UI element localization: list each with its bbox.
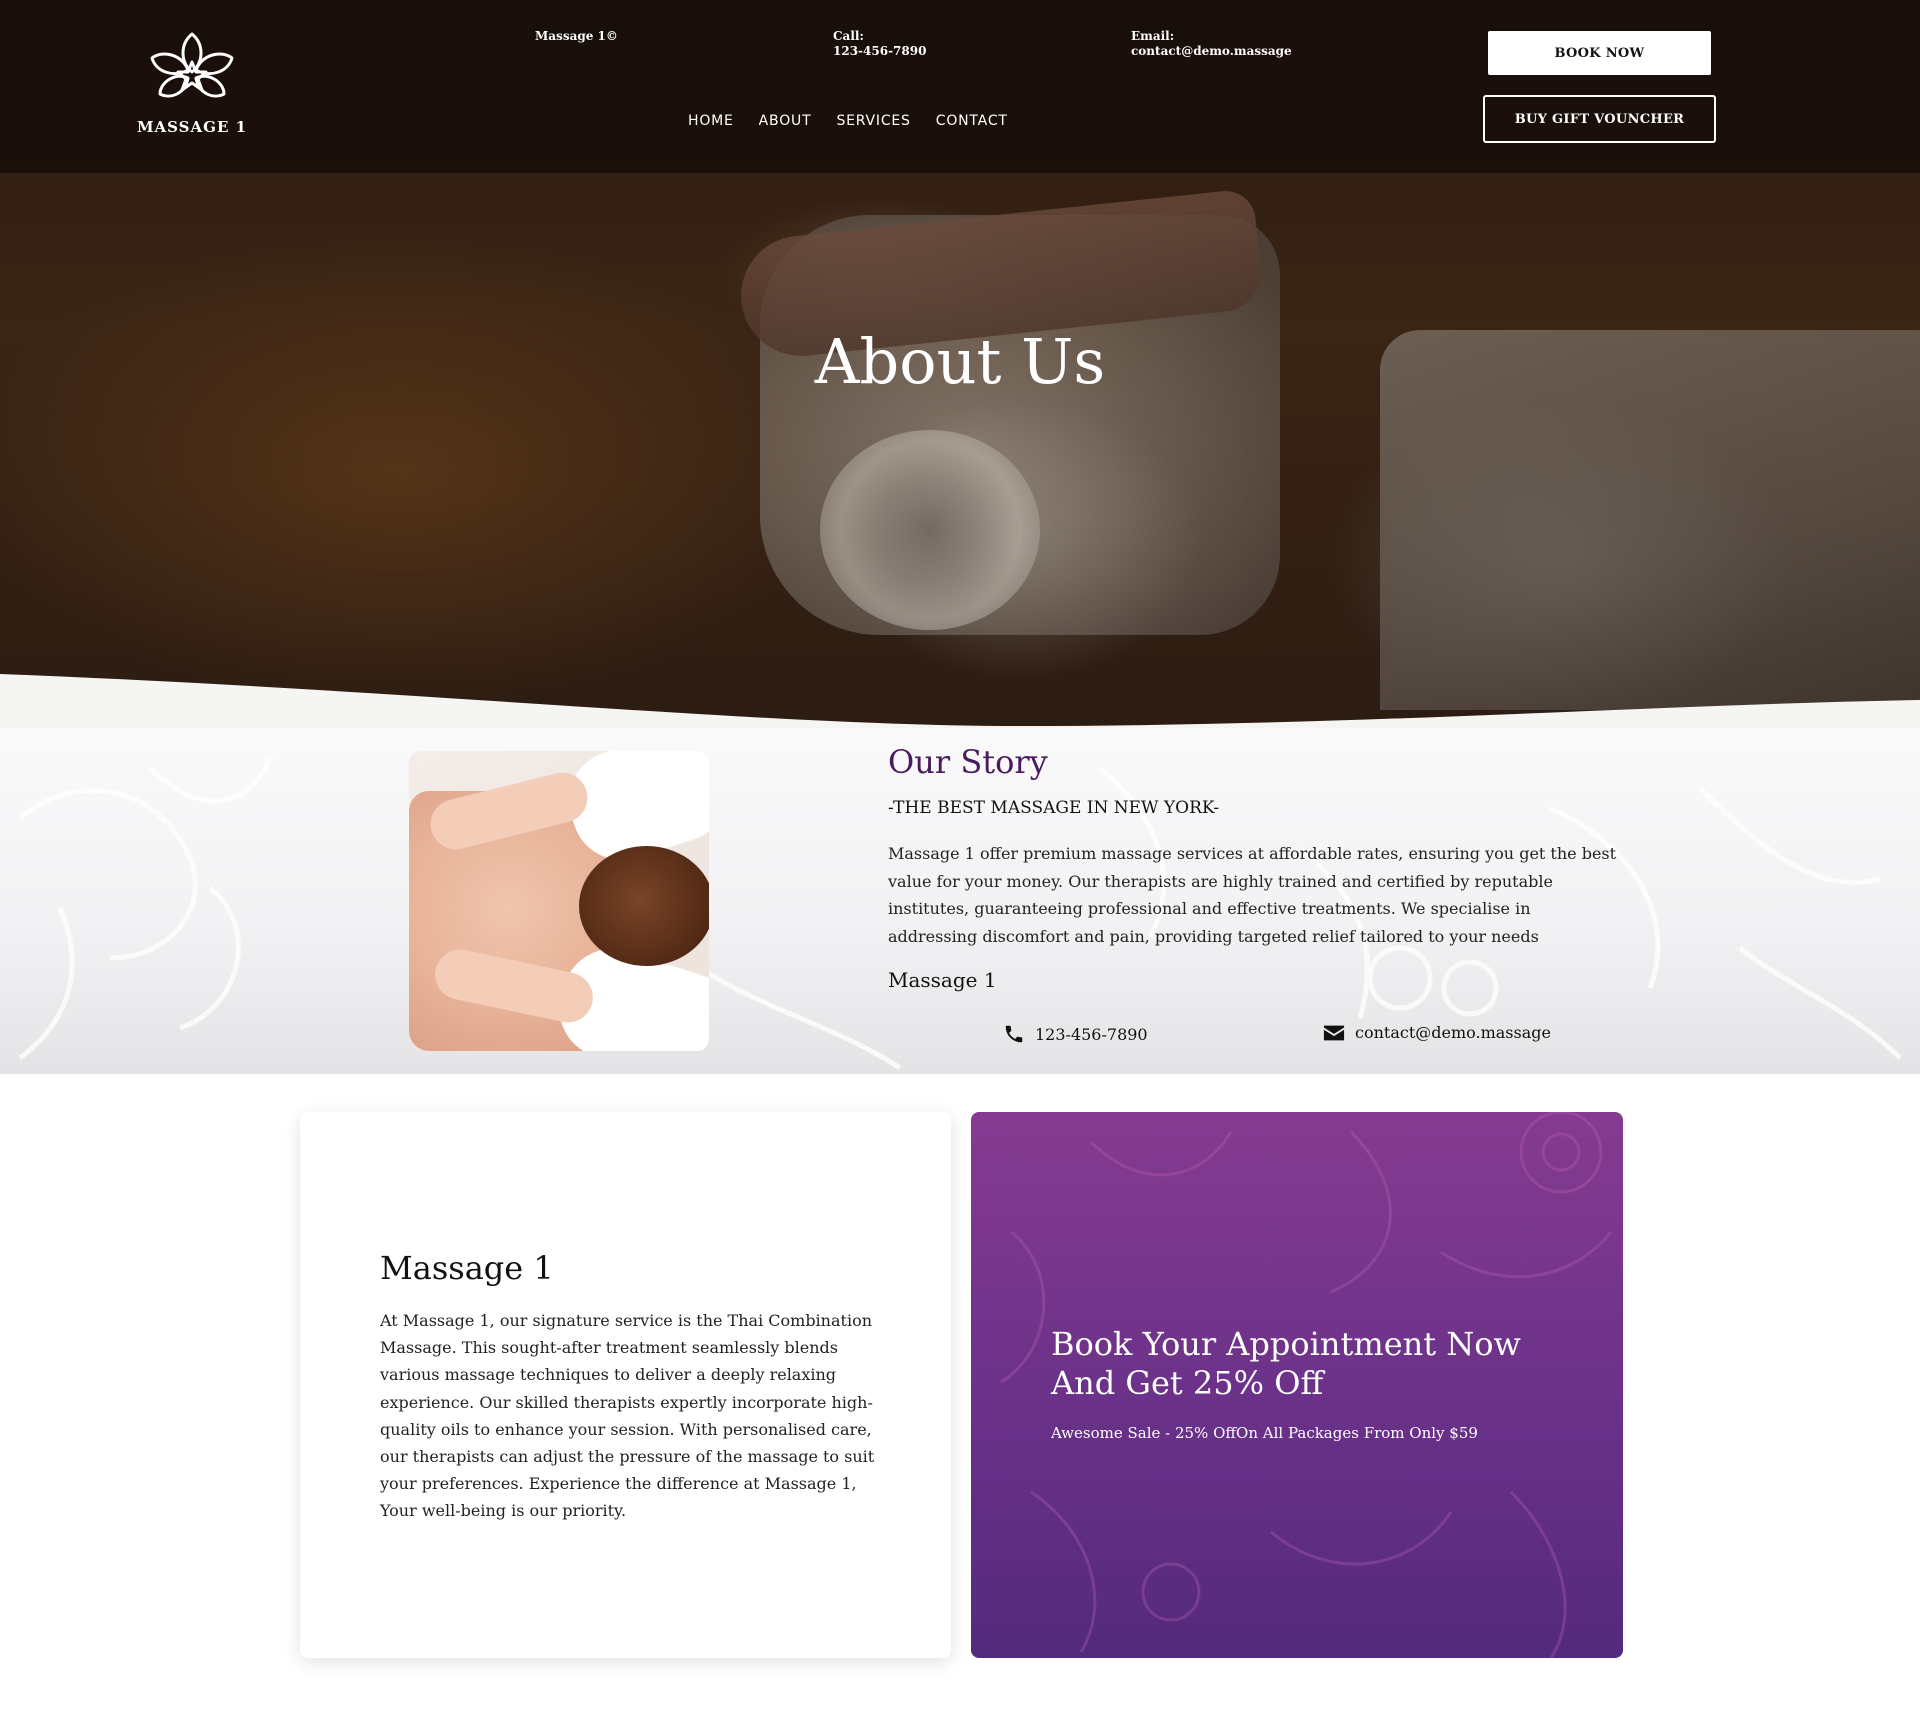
promo-title: Book Your Appointment Now And Get 25% Of… — [1051, 1325, 1521, 1402]
our-story-section: Our Story -THE BEST MASSAGE IN NEW YORK-… — [0, 728, 1920, 1074]
hero-section: MASSAGE 1 Massage 1© Call: 123-456-7890 … — [0, 0, 1920, 728]
story-signature: Massage 1 — [888, 968, 997, 992]
story-title: Our Story — [888, 743, 1048, 781]
story-email[interactable]: contact@demo.massage — [1323, 1023, 1551, 1042]
promo-card[interactable]: Book Your Appointment Now And Get 25% Of… — [971, 1112, 1623, 1658]
story-phone[interactable]: 123-456-7890 — [1003, 1023, 1148, 1045]
story-text: Massage 1 offer premium massage services… — [888, 844, 1617, 946]
photo-hair — [579, 846, 709, 966]
story-email-text: contact@demo.massage — [1355, 1023, 1551, 1042]
story-subtitle: -THE BEST MASSAGE IN NEW YORK- — [888, 798, 1220, 818]
about-card-text: At Massage 1, our signature service is t… — [380, 1311, 875, 1521]
envelope-icon — [1323, 1025, 1345, 1040]
promo-text: Awesome Sale - 25% OffOn All Packages Fr… — [1051, 1424, 1478, 1442]
story-phone-text: 123-456-7890 — [1035, 1024, 1148, 1044]
about-card: Massage 1 At Massage 1, our signature se… — [300, 1112, 951, 1658]
story-photo — [409, 751, 709, 1051]
phone-icon — [1005, 1025, 1023, 1043]
about-card-title: Massage 1 — [380, 1249, 554, 1287]
hero-wave-divider — [0, 674, 1920, 728]
